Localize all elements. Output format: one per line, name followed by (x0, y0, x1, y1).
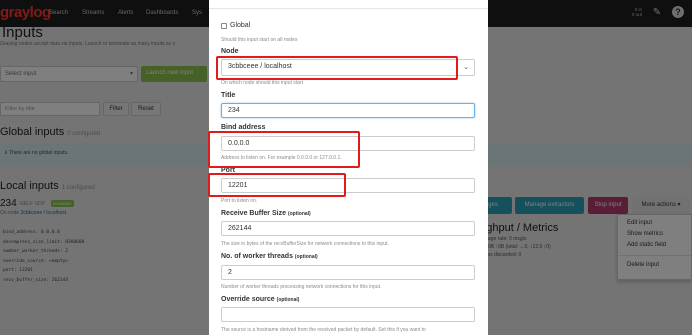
port-input[interactable]: 12201 (221, 178, 475, 193)
port-help-text: Port to listen on. (221, 198, 258, 204)
port-label: Port (221, 167, 235, 174)
node-label: Node (221, 48, 239, 55)
global-checkbox-label[interactable]: Global (230, 22, 250, 29)
optional-tag: (optional) (294, 254, 318, 260)
worker-threads-label-text: No. of worker threads (221, 253, 293, 260)
recv-buffer-label: Receive Buffer Size (optional) (221, 210, 311, 217)
node-select-value: 3cbbceee / localhost (228, 63, 292, 70)
worker-threads-help-text: Number of worker threads processing netw… (221, 284, 382, 290)
chevron-down-icon: ⌄ (463, 64, 469, 71)
worker-threads-input[interactable]: 2 (221, 265, 475, 280)
override-source-help-text: The source is a hostname derived from th… (221, 327, 426, 333)
optional-tag: (optional) (287, 211, 311, 217)
bind-address-input[interactable]: 0.0.0.0 (221, 136, 475, 151)
optional-tag: (optional) (276, 297, 300, 303)
bind-address-label: Bind address (221, 124, 266, 131)
edit-input-modal: Global Should this input start on all no… (209, 0, 488, 335)
modal-header-divider (209, 8, 488, 9)
recv-buffer-help-text: The size in bytes of the recvBufferSize … (221, 241, 389, 247)
override-source-label-text: Override source (221, 296, 275, 303)
global-checkbox[interactable] (221, 22, 227, 29)
override-source-input[interactable] (221, 307, 475, 322)
node-select[interactable]: 3cbbceee / localhost ⌄ (221, 59, 475, 76)
recv-buffer-input[interactable]: 262144 (221, 221, 475, 236)
title-label: Title (221, 92, 236, 99)
global-help-text: Should this input start on all nodes (221, 37, 298, 43)
title-input[interactable]: 234 (221, 103, 475, 118)
worker-threads-label: No. of worker threads (optional) (221, 253, 318, 260)
node-help-text: On which node should this input start (221, 80, 303, 86)
recv-buffer-label-text: Receive Buffer Size (221, 210, 286, 217)
bind-address-help-text: Address to listen on. For example 0.0.0.… (221, 155, 342, 161)
global-checkbox-row: Global (221, 22, 250, 29)
override-source-label: Override source (optional) (221, 296, 299, 303)
